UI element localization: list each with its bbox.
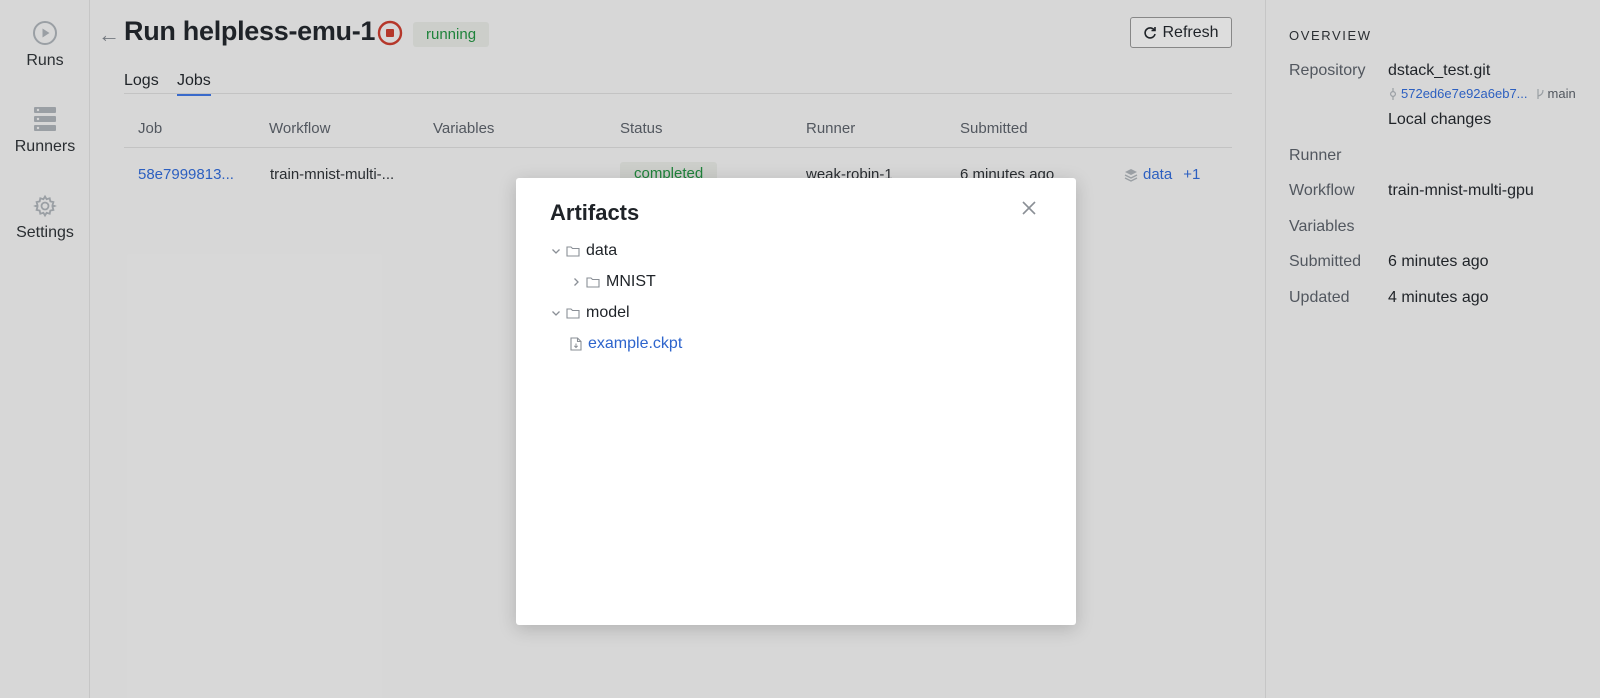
chevron-down-icon[interactable] <box>550 245 562 257</box>
tree-file-checkpoint[interactable]: example.ckpt <box>570 333 682 355</box>
artifacts-modal: Artifacts data MNIST model example.ckpt <box>516 178 1076 625</box>
chevron-right-icon[interactable] <box>570 276 582 288</box>
tree-folder-data[interactable]: data <box>550 240 617 262</box>
tree-label[interactable]: MNIST <box>606 273 656 291</box>
file-icon <box>570 337 582 351</box>
tree-folder-mnist[interactable]: MNIST <box>570 271 656 293</box>
tree-label[interactable]: model <box>586 304 630 322</box>
file-link[interactable]: example.ckpt <box>588 335 682 353</box>
folder-icon <box>586 277 600 288</box>
tree-label[interactable]: data <box>586 242 617 260</box>
app: Runs Runners Settings ← Run helpless-emu… <box>0 0 1600 698</box>
modal-title: Artifacts <box>550 200 640 225</box>
chevron-down-icon[interactable] <box>550 307 562 319</box>
folder-icon <box>566 246 580 257</box>
folder-icon <box>566 308 580 319</box>
tree-folder-model[interactable]: model <box>550 302 630 324</box>
close-icon[interactable] <box>1021 200 1037 216</box>
